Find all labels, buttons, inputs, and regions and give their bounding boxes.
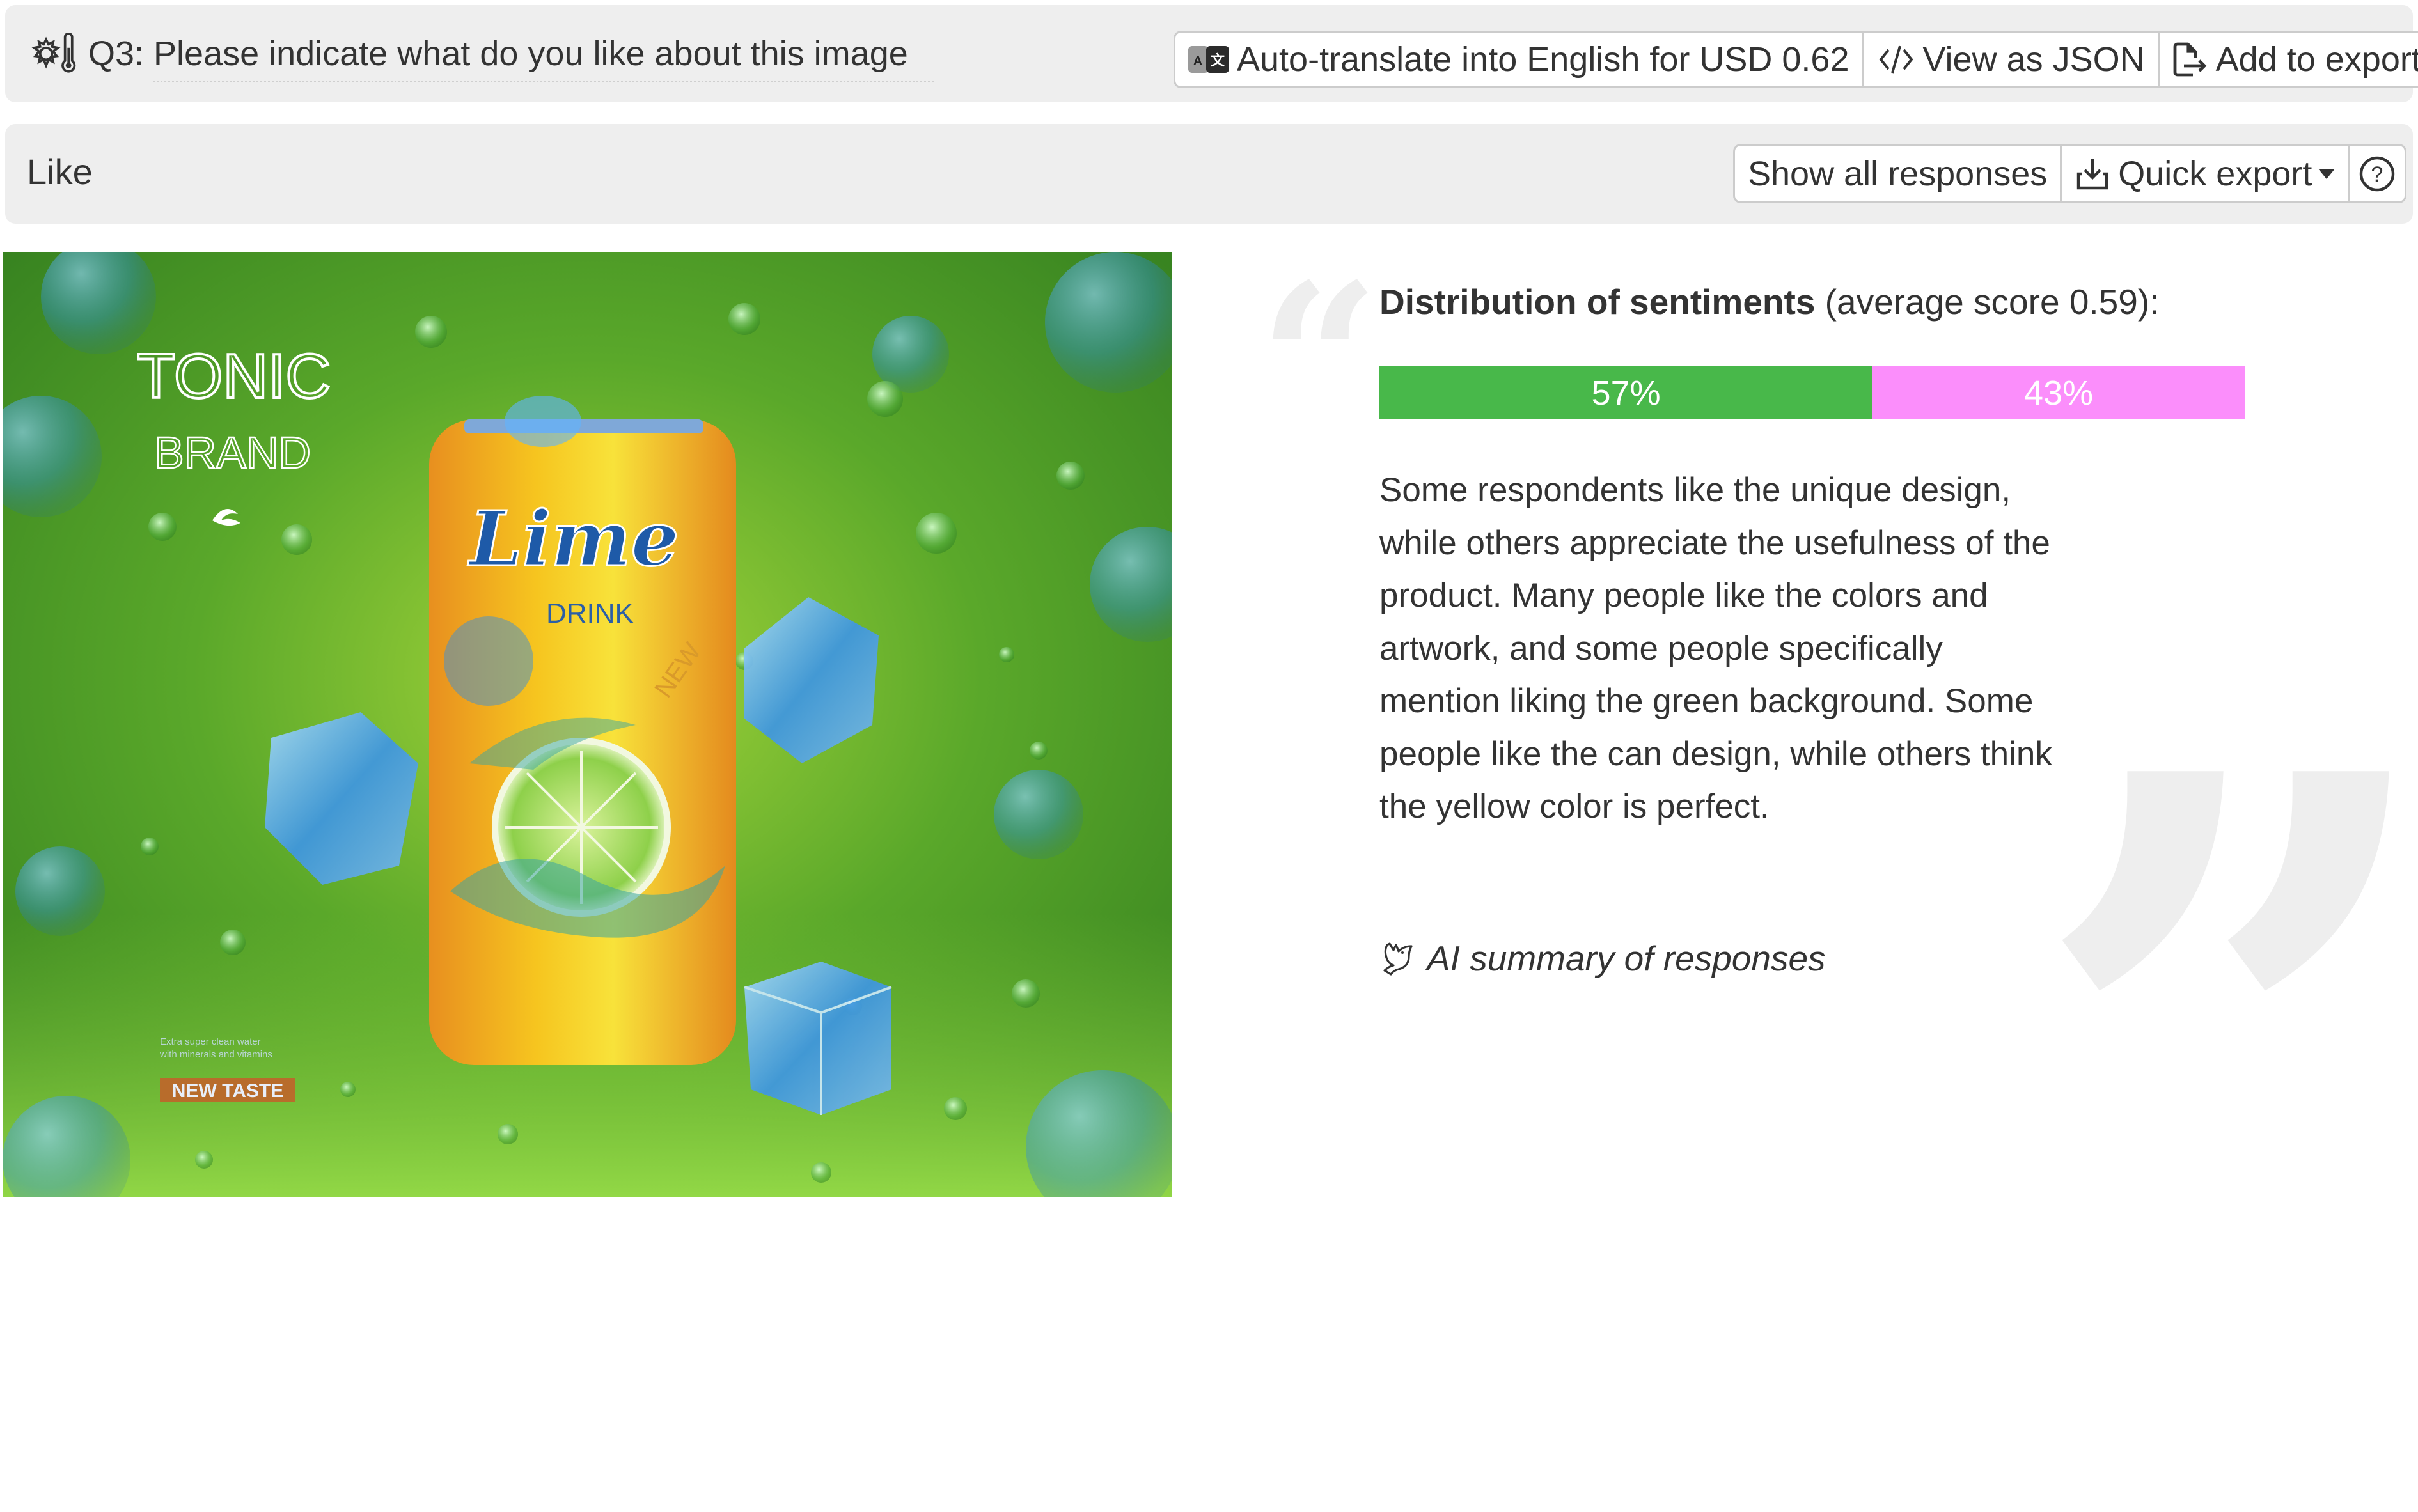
ai-summary-text: Some respondents like the unique design,… [1379, 471, 2052, 825]
sun-thermometer-icon [31, 33, 76, 73]
like-section-bar: Like Show all responses Quick export ? [5, 124, 2413, 224]
show-all-responses-button[interactable]: Show all responses [1735, 146, 2062, 201]
code-icon [1878, 45, 1913, 74]
question-actions: A 文 Auto-translate into English for USD … [1174, 31, 2418, 88]
product-image: TONIC BRAND Lime DRINK NEW Extra super c… [3, 252, 1172, 1197]
sentiment-title-score: (average score 0.59): [1815, 282, 2160, 322]
help-button[interactable]: ? [2350, 146, 2405, 201]
help-icon: ? [2360, 156, 2395, 191]
svg-text:NEW TASTE: NEW TASTE [172, 1080, 283, 1102]
auto-translate-button[interactable]: A 文 Auto-translate into English for USD … [1175, 33, 1864, 86]
sentiment-bar: 57% 43% [1379, 366, 2245, 419]
view-as-json-label: View as JSON [1922, 40, 2145, 79]
download-icon [2077, 158, 2108, 189]
svg-text:TONIC: TONIC [137, 341, 331, 411]
svg-text:?: ? [2371, 162, 2383, 187]
show-all-responses-label: Show all responses [1748, 154, 2048, 193]
sentiment-negative-label: 43% [2024, 373, 2094, 412]
section-title: Like [27, 152, 93, 192]
question-title: Q3: Please indicate what do you like abo… [31, 33, 908, 74]
lime-drink-ad-illustration: TONIC BRAND Lime DRINK NEW Extra super c… [3, 252, 1172, 1197]
caret-down-icon [2318, 168, 2336, 179]
question-title-text: Q3: Please indicate what do you like abo… [88, 35, 908, 73]
sentiment-segment-positive: 57% [1379, 366, 1873, 419]
translate-icon: A 文 [1188, 46, 1229, 73]
sentiment-segment-negative: 43% [1872, 366, 2245, 419]
quick-export-label: Quick export [2118, 154, 2312, 193]
sentiment-positive-label: 57% [1591, 373, 1661, 412]
ai-summary-note: AI summary of responses [1379, 938, 1826, 979]
question-header-bar: Q3: Please indicate what do you like abo… [5, 5, 2418, 102]
svg-text:Extra super clean water: Extra super clean water [160, 1036, 261, 1047]
svg-text:with minerals and vitamins: with minerals and vitamins [159, 1049, 272, 1060]
file-export-icon [2173, 42, 2207, 77]
close-quote-decoration: ” [2027, 611, 2418, 1512]
dove-icon [1383, 942, 1413, 976]
view-as-json-button[interactable]: View as JSON [1864, 33, 2160, 86]
sentiment-distribution-title: Distribution of sentiments (average scor… [1379, 281, 2159, 322]
ai-summary-label: AI summary of responses [1427, 939, 1826, 978]
add-to-export-label: Add to export [2215, 40, 2418, 79]
svg-text:Lime: Lime [467, 494, 679, 583]
question-title-underline [153, 81, 934, 82]
quick-export-dropdown[interactable]: Quick export [2062, 146, 2350, 201]
sentiment-title-bold: Distribution of sentiments [1379, 282, 1816, 322]
auto-translate-label: Auto-translate into English for USD 0.62 [1237, 40, 1849, 79]
open-quote-decoration: “ [1259, 237, 1380, 485]
svg-text:DRINK: DRINK [546, 598, 634, 629]
like-actions: Show all responses Quick export ? [1733, 144, 2407, 203]
svg-text:A: A [1193, 54, 1202, 68]
svg-text:文: 文 [1211, 52, 1225, 69]
svg-text:BRAND: BRAND [154, 428, 311, 478]
add-to-export-button[interactable]: Add to export [2160, 33, 2418, 86]
